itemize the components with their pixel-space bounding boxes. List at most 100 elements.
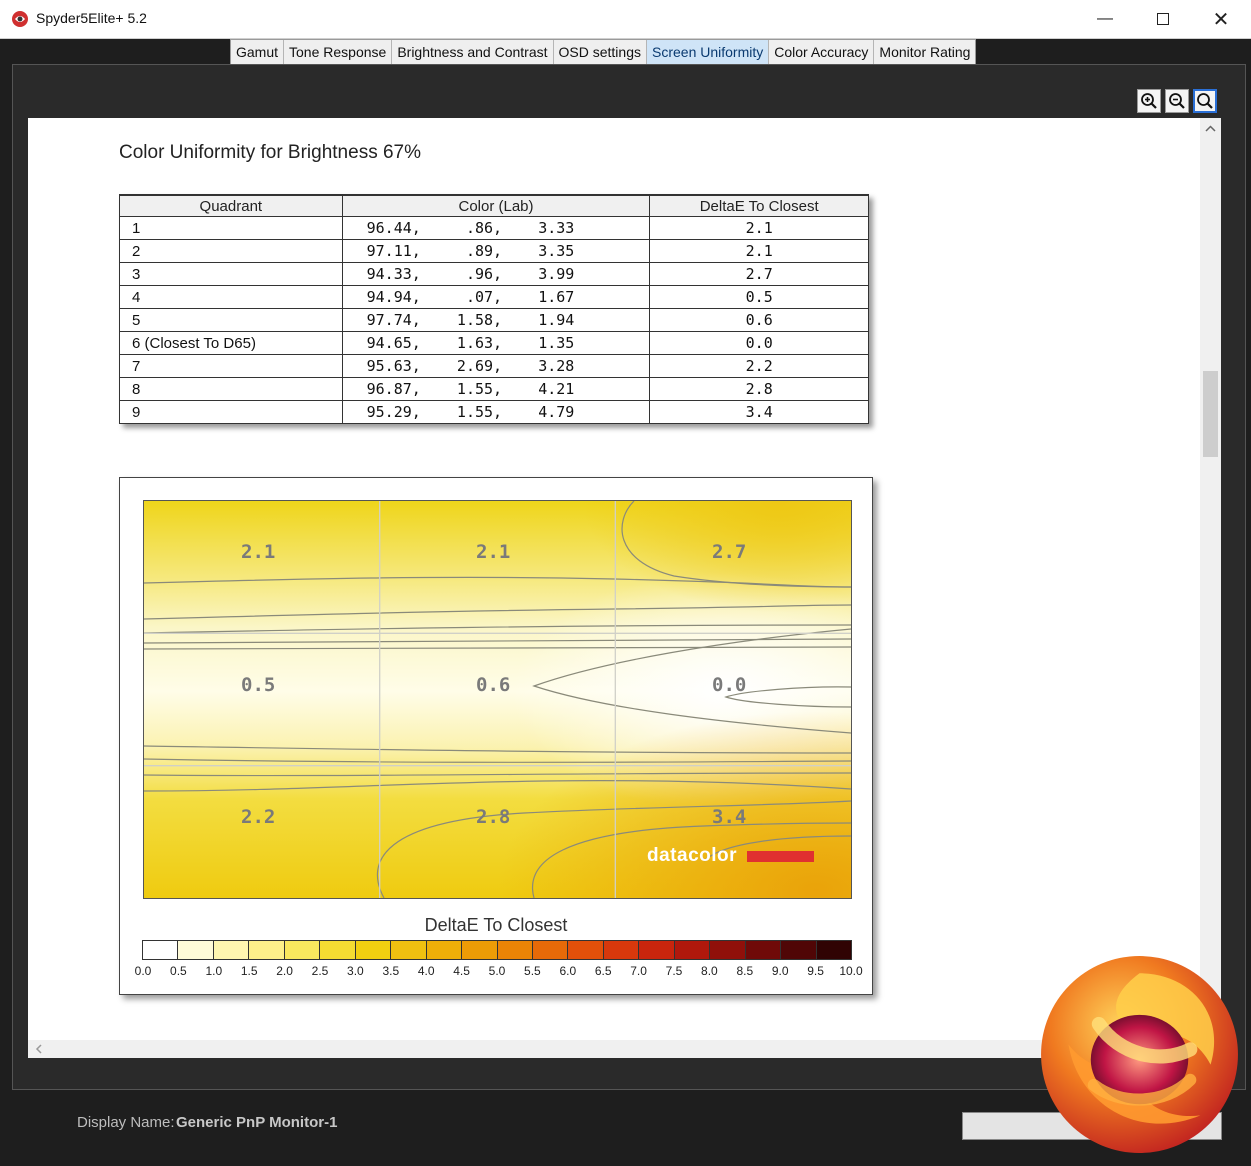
tab-osd-settings[interactable]: OSD settings: [553, 40, 647, 64]
zoom-out-button[interactable]: [1165, 89, 1189, 113]
table-row: 1 96.44, .86, 3.33 2.1: [119, 216, 869, 240]
zoom-in-icon: [1141, 93, 1157, 109]
quadrant-cell: 5: [119, 308, 343, 332]
legend-swatch: [355, 941, 392, 959]
delta-cell: 0.5: [649, 285, 869, 309]
datacolor-logo: datacolor: [647, 845, 738, 866]
tab-gamut[interactable]: Gamut: [231, 40, 285, 64]
lab-cell: 96.44, .86, 3.33: [341, 216, 651, 240]
delta-cell: 2.7: [649, 262, 869, 286]
quadrant-cell: 9: [119, 400, 343, 424]
legend-tick-label: 9.5: [807, 964, 824, 978]
legend-swatch: [745, 941, 782, 959]
table-row: 7 95.63, 2.69, 3.28 2.2: [119, 354, 869, 378]
legend-tick-label: 1.0: [205, 964, 223, 978]
lab-cell: 94.65, 1.63, 1.35: [341, 331, 651, 355]
legend-swatch: [603, 941, 640, 959]
cell-value: 2.7: [712, 541, 747, 563]
lab-cell: 95.29, 1.55, 4.79: [341, 400, 651, 424]
legend-swatch: [213, 941, 250, 959]
tab-color-accuracy[interactable]: Color Accuracy: [769, 40, 875, 64]
uniformity-heatmap: 2.1 2.1 2.7 0.5 0.6 0.0 2.2 2.8 3.4: [143, 500, 852, 899]
delta-cell: 2.2: [649, 354, 869, 378]
quadrant-cell: 7: [119, 354, 343, 378]
delta-cell: 0.0: [649, 331, 869, 355]
table-row: 6 (Closest To D65) 94.65, 1.63, 1.35 0.0: [119, 331, 869, 355]
legend-swatch: [178, 941, 214, 959]
legend-tick-label: 7.5: [665, 964, 683, 978]
legend-tick-label: 10.0: [839, 964, 863, 978]
tab-screen-uniformity[interactable]: Screen Uniformity: [647, 40, 770, 64]
legend-swatch: [781, 941, 817, 959]
legend-swatch: [532, 941, 569, 959]
legend-swatch: [320, 941, 356, 959]
table-row: 4 94.94, .07, 1.67 0.5: [119, 285, 869, 309]
cell-value: 2.8: [476, 806, 511, 828]
close-icon: ✕: [1212, 8, 1230, 31]
legend-color-scale: [142, 940, 852, 960]
maximize-button[interactable]: [1134, 0, 1192, 38]
cell-value: 0.6: [476, 674, 511, 696]
site-watermark-logo: [1041, 956, 1238, 1153]
lab-cell: 94.94, .07, 1.67: [341, 285, 651, 309]
legend-tick-label: 8.0: [701, 964, 718, 978]
legend-ticks: 0.0 0.5 1.0 1.5 2.0 2.5 3.0 3.5 4.0 4.5 5.0 5.5 6.0 6…: [120, 964, 872, 980]
legend-swatch: [568, 941, 604, 959]
tab-monitor-rating[interactable]: Monitor Rating: [874, 40, 976, 64]
zoom-toolbar: [1137, 89, 1217, 113]
legend-tick-label: 2.5: [311, 964, 329, 978]
uniformity-map: 2.1 2.1 2.7 0.5 0.6 0.0 2.2 2.8 3.4 data…: [119, 477, 873, 995]
delta-cell: 3.4: [649, 400, 869, 424]
column-header: Quadrant: [119, 194, 343, 217]
display-name-label: Display Name:: [77, 1114, 175, 1131]
legend-tick-label: 1.5: [240, 964, 258, 978]
minimize-button[interactable]: —: [1076, 0, 1134, 38]
vertical-scrollbar[interactable]: [1200, 118, 1221, 1040]
lab-cell: 96.87, 1.55, 4.21: [341, 377, 651, 401]
legend-tick-label: 4.5: [453, 964, 470, 978]
maximize-icon: [1157, 13, 1169, 25]
display-name-value: Generic PnP Monitor-1: [176, 1114, 338, 1131]
quadrant-cell: 1: [119, 216, 343, 240]
legend-swatch: [816, 941, 852, 959]
legend-title: DeltaE To Closest: [424, 915, 568, 935]
scroll-left-icon[interactable]: [30, 1040, 48, 1058]
legend-swatch: [426, 941, 463, 959]
legend-tick-label: 0.5: [170, 964, 187, 978]
zoom-out-icon: [1169, 93, 1185, 109]
column-header: Color (Lab): [341, 194, 651, 217]
zoom-in-button[interactable]: [1137, 89, 1161, 113]
scroll-up-icon[interactable]: [1200, 120, 1221, 138]
tab-tone-response[interactable]: Tone Response: [284, 40, 393, 64]
legend-swatch: [497, 941, 533, 959]
legend-tick-label: 7.0: [630, 964, 647, 978]
report-tabs: Gamut Tone Response Brightness and Contr…: [230, 39, 977, 65]
cell-value: 0.0: [712, 674, 747, 696]
legend-swatch: [710, 941, 746, 959]
lab-cell: 95.63, 2.69, 3.28: [341, 354, 651, 378]
legend-tick-label: 6.5: [594, 964, 612, 978]
cell-value: 0.5: [241, 674, 276, 696]
close-button[interactable]: ✕: [1192, 0, 1250, 38]
window-title: Spyder5Elite+ 5.2: [36, 10, 147, 26]
tab-brightness-contrast[interactable]: Brightness and Contrast: [392, 40, 554, 64]
delta-cell: 0.6: [649, 308, 869, 332]
legend-tick-label: 5.5: [524, 964, 541, 978]
zoom-fit-button[interactable]: [1193, 89, 1217, 113]
lab-cell: 94.33, .96, 3.99: [341, 262, 651, 286]
legend-tick-label: 5.0: [488, 964, 506, 978]
lab-cell: 97.74, 1.58, 1.94: [341, 308, 651, 332]
table-row: 8 96.87, 1.55, 4.21 2.8: [119, 377, 869, 401]
cell-value: 3.4: [712, 806, 747, 828]
zoom-fit-icon: [1197, 93, 1213, 109]
cell-value: 2.1: [241, 541, 276, 563]
legend-swatch: [462, 941, 498, 959]
minimize-icon: —: [1097, 10, 1113, 27]
report-page: Color Uniformity for Brightness 67% Quad…: [28, 118, 1200, 1040]
scrollbar-thumb[interactable]: [1203, 371, 1218, 457]
delta-cell: 2.1: [649, 239, 869, 263]
legend-tick-label: 9.0: [771, 964, 789, 978]
quadrant-cell: 6 (Closest To D65): [119, 331, 343, 355]
quadrant-cell: 4: [119, 285, 343, 309]
legend-swatch: [391, 941, 427, 959]
